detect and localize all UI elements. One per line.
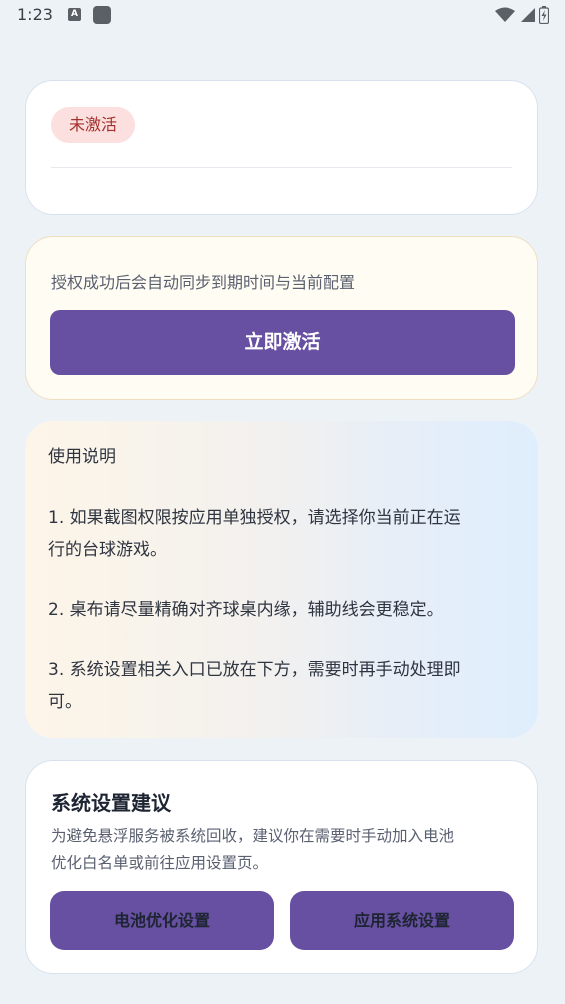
app-notification-icon — [93, 6, 111, 24]
system-settings-card: 系统设置建议 为避免悬浮服务被系统回收，建议你在需要时手动加入电池 优化白名单或… — [25, 760, 538, 974]
activation-status-card: 未激活 — [25, 80, 538, 215]
guide-item-2: 2. 桌布请尽量精确对齐球桌内缘，辅助线会更稳定。 — [48, 600, 444, 620]
status-icons — [495, 6, 549, 24]
app-system-settings-button[interactable]: 应用系统设置 — [290, 891, 514, 950]
notification-a-icon: A — [68, 8, 81, 21]
status-bar: 1:23 A — [0, 0, 565, 32]
guide-title: 使用说明 — [48, 447, 116, 467]
guide-item-1-line-2: 行的台球游戏。 — [48, 540, 167, 560]
activate-hint: 授权成功后会自动同步到期时间与当前配置 — [51, 273, 356, 292]
signal-icon — [521, 8, 535, 22]
usage-guide-card: 使用说明 1. 如果截图权限按应用单独授权，请选择你当前正在运 行的台球游戏。 … — [25, 421, 538, 738]
system-settings-description: 为避免悬浮服务被系统回收，建议你在需要时手动加入电池 优化白名单或前往应用设置页… — [51, 823, 516, 877]
system-settings-desc-line-1: 为避免悬浮服务被系统回收，建议你在需要时手动加入电池 — [51, 827, 455, 845]
system-settings-desc-line-2: 优化白名单或前往应用设置页。 — [51, 854, 269, 872]
guide-item-3-line-1: 3. 系统设置相关入口已放在下方，需要时再手动处理即 — [48, 660, 461, 680]
activate-now-button[interactable]: 立即激活 — [50, 310, 515, 375]
divider — [51, 167, 512, 168]
battery-charging-icon — [539, 6, 549, 24]
status-time: 1:23 — [17, 5, 53, 24]
wifi-icon — [495, 7, 515, 22]
status-badge: 未激活 — [51, 107, 136, 143]
guide-item-3-line-2: 可。 — [48, 692, 82, 712]
battery-optimization-button[interactable]: 电池优化设置 — [50, 891, 274, 950]
activate-card: 授权成功后会自动同步到期时间与当前配置 立即激活 — [25, 236, 538, 400]
system-settings-title: 系统设置建议 — [51, 791, 171, 815]
guide-item-1-line-1: 1. 如果截图权限按应用单独授权，请选择你当前正在运 — [48, 508, 461, 528]
